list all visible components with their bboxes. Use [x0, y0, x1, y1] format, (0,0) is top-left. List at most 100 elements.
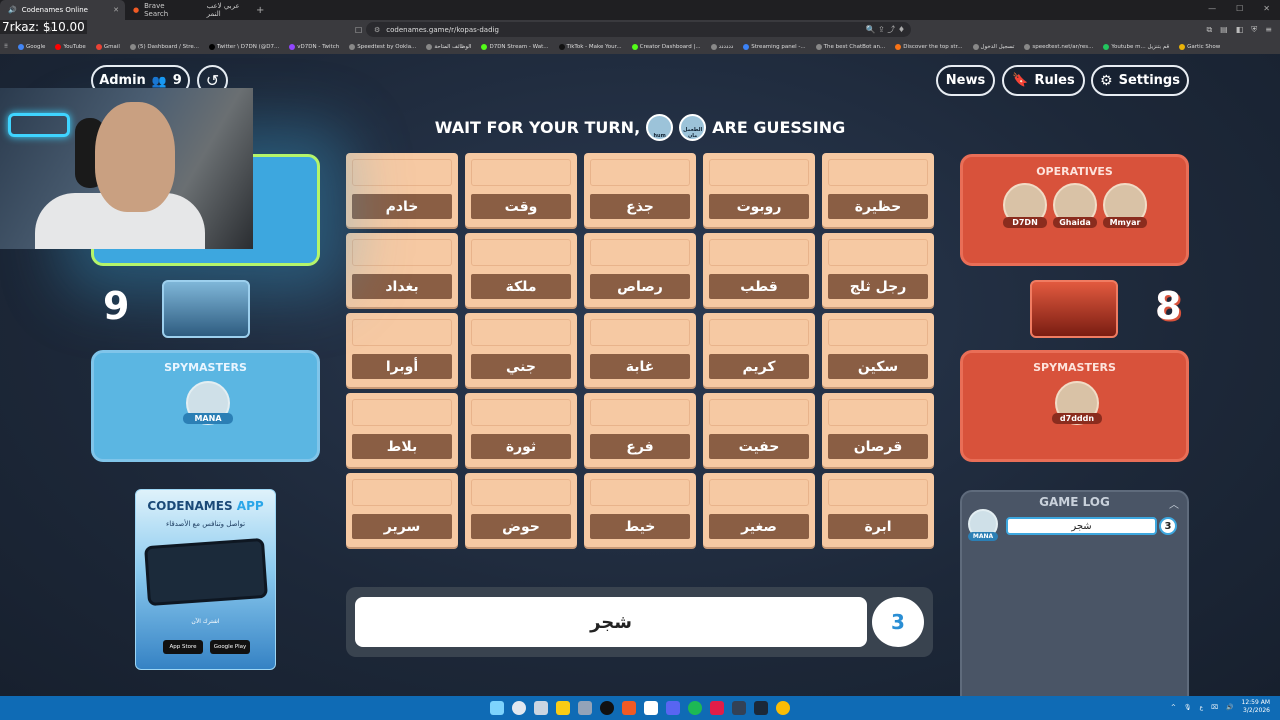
volume-icon[interactable]: 🔊 — [1226, 704, 1233, 711]
operatives-title: OPERATIVES — [1036, 165, 1113, 178]
card-word: رصاص — [590, 274, 690, 299]
clock[interactable]: 12:59 AM 3/2/2026 — [1242, 699, 1270, 715]
obs-icon[interactable] — [600, 701, 614, 715]
news-label: News — [945, 73, 986, 88]
word-card[interactable]: ابرة — [822, 473, 934, 547]
tab-brave-search[interactable]: ● Brave Search عربي لاعب النمر — [125, 0, 250, 20]
word-card[interactable]: جذع — [584, 153, 696, 227]
blue-spymasters-panel[interactable]: SPYMASTERS MANA — [91, 350, 320, 462]
card-face — [709, 479, 809, 506]
bookmark-item[interactable]: Twitter \ D7DN (@D7... — [209, 44, 279, 50]
url-field[interactable]: ⚙ codenames.game/r/kopas-dadig 🔍 ⇪ ⤴ ♦ — [366, 22, 911, 37]
word-card[interactable]: روبوت — [703, 153, 815, 227]
start-icon[interactable] — [490, 701, 504, 715]
bookmark-item[interactable]: تسجيل الدخول — [972, 44, 1014, 50]
word-card[interactable]: ملكة — [465, 233, 577, 307]
settings-button[interactable]: ⚙ Settings — [1091, 65, 1189, 96]
app-icon[interactable] — [578, 701, 592, 715]
streamer-face — [95, 102, 175, 212]
extensions-icon[interactable]: ⧉ — [1206, 25, 1212, 35]
word-card[interactable]: حفيت — [703, 393, 815, 467]
discord-icon[interactable] — [666, 701, 680, 715]
apps-icon[interactable]: ⠿ — [4, 44, 8, 50]
bookmark-item[interactable]: vD7DN - Twitch — [289, 44, 339, 50]
bookmark-item[interactable]: الوظائف المتاحة — [426, 44, 471, 50]
app-icon[interactable] — [732, 701, 746, 715]
bookmark-item[interactable]: (5) Dashboard / Stre... — [129, 44, 199, 50]
bookmark-item[interactable]: Discover the top str... — [895, 44, 963, 50]
bookmark-item[interactable]: دددددد — [710, 44, 733, 50]
task-view-icon[interactable] — [534, 701, 548, 715]
word-card[interactable]: قطب — [703, 233, 815, 307]
bookmark-item[interactable]: Creator Dashboard |... — [631, 44, 701, 50]
bookmark-item[interactable]: Google — [18, 44, 45, 50]
red-operatives-panel[interactable]: OPERATIVES D7DN Ghaida Mmyar — [960, 154, 1189, 266]
word-card[interactable]: رصاص — [584, 233, 696, 307]
word-card[interactable]: رجل ثلج — [822, 233, 934, 307]
close-tab-icon[interactable]: ✕ — [113, 6, 119, 14]
chevron-up-icon[interactable]: ︿ — [1169, 496, 1179, 511]
word-card[interactable]: غابة — [584, 313, 696, 387]
word-card[interactable]: وقت — [465, 153, 577, 227]
card-face — [590, 479, 690, 506]
bookmark-icon[interactable]: ☐ — [355, 26, 362, 35]
bookmark-item[interactable]: Gartic Show — [1179, 44, 1220, 50]
language-indicator[interactable]: ع — [1200, 704, 1204, 711]
maximize-icon[interactable]: ☐ — [1236, 4, 1243, 13]
search-icon[interactable] — [512, 701, 526, 715]
sidebar-icon[interactable]: ▤ — [1220, 25, 1228, 35]
vpn-icon[interactable]: ⛨ — [1251, 25, 1257, 35]
word-card[interactable]: قرصان — [822, 393, 934, 467]
time: 12:59 AM — [1241, 699, 1270, 706]
app-icon[interactable] — [710, 701, 724, 715]
network-icon[interactable]: ⌧ — [1211, 704, 1218, 711]
bookmark-item[interactable]: Youtube m... قم بتنزيل — [1103, 44, 1169, 50]
bookmark-item[interactable]: YouTube — [55, 44, 86, 50]
word-card[interactable]: جني — [465, 313, 577, 387]
mic-icon[interactable]: 🎙 — [1184, 704, 1192, 711]
word-card[interactable]: سرير — [346, 473, 458, 547]
word-card[interactable]: حظيرة — [822, 153, 934, 227]
new-tab-button[interactable]: + — [250, 5, 270, 16]
word-card[interactable]: حوض — [465, 473, 577, 547]
wallet-icon[interactable]: ◧ — [1236, 25, 1244, 35]
bookmark-item[interactable]: TikTok - Make Your... — [558, 44, 622, 50]
youtube-icon — [55, 44, 62, 50]
app-ad-banner[interactable]: CODENAMES APP تواصل وتنافس مع الأصدقاء ا… — [135, 489, 276, 670]
app-icon[interactable] — [644, 701, 658, 715]
word-card[interactable]: بلاط — [346, 393, 458, 467]
word-card[interactable]: خيط — [584, 473, 696, 547]
tab-codenames[interactable]: 🔊 Codenames Online ✕ — [0, 0, 125, 20]
close-window-icon[interactable]: ✕ — [1263, 4, 1270, 13]
chevron-up-icon[interactable]: ^ — [1171, 704, 1176, 711]
word-card[interactable]: صغير — [703, 473, 815, 547]
word-card[interactable]: ثورة — [465, 393, 577, 467]
rules-button[interactable]: 🔖 Rules — [1002, 65, 1085, 96]
bookmark-item[interactable]: D7DN Stream - Wat... — [481, 44, 549, 50]
bookmark-item[interactable]: speedtest.net/ar/res... — [1024, 44, 1093, 50]
bookmark-item[interactable]: The best ChatBot an... — [815, 44, 885, 50]
card-word: حوض — [471, 514, 571, 539]
steam-icon[interactable] — [754, 701, 768, 715]
file-explorer-icon[interactable] — [556, 701, 570, 715]
app-store-badge[interactable]: App Store — [163, 640, 203, 654]
game-log-panel[interactable]: GAME LOG ︿ MANA شجر 3 — [960, 490, 1189, 696]
word-card[interactable]: فرع — [584, 393, 696, 467]
red-spymasters-panel[interactable]: SPYMASTERS d7dddn — [960, 350, 1189, 462]
bookmark-item[interactable]: Speedtest by Ookla... — [349, 44, 416, 50]
bookmark-item[interactable]: Gmail — [95, 44, 120, 50]
word-card[interactable]: أوبرا — [346, 313, 458, 387]
minimize-icon[interactable]: — — [1208, 4, 1216, 13]
brave-icon[interactable] — [622, 701, 636, 715]
word-card[interactable]: كريم — [703, 313, 815, 387]
spotify-icon[interactable] — [688, 701, 702, 715]
google-play-badge[interactable]: Google Play — [210, 640, 250, 654]
bookmark-item[interactable]: Streaming panel -... — [743, 44, 806, 50]
site-info-icon[interactable]: ⚙ — [374, 26, 380, 34]
news-button[interactable]: News — [936, 65, 995, 96]
word-card[interactable]: سكين — [822, 313, 934, 387]
word-card[interactable]: بغداد — [346, 233, 458, 307]
chrome-icon[interactable] — [776, 701, 790, 715]
word-card[interactable]: خادم — [346, 153, 458, 227]
menu-icon[interactable]: ≡ — [1265, 25, 1272, 35]
